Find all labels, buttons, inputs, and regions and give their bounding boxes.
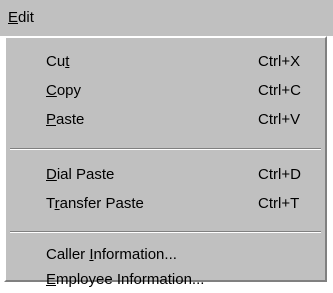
edit-menu-mnemonic: E [8, 9, 19, 26]
label-mnemonic: P [46, 111, 57, 128]
label-text: mployee Information... [56, 271, 205, 288]
label-mnemonic: t [65, 53, 70, 70]
label-mnemonic: E [46, 271, 57, 288]
label-text: opy [56, 82, 82, 99]
menu-item-paste[interactable]: Paste Ctrl+V [6, 107, 325, 133]
edit-menu-title-rest: dit [18, 9, 34, 26]
menu-item-shortcut: Ctrl+X [258, 53, 301, 70]
menu-item-transfer-paste[interactable]: Transfer Paste Ctrl+T [6, 191, 325, 217]
label-mnemonic: D [46, 166, 57, 183]
menu-item-label: Paste [46, 107, 84, 133]
label-text: Caller [46, 246, 90, 263]
label-text: Cu [46, 53, 66, 70]
menu-item-dial-paste[interactable]: Dial Paste Ctrl+D [6, 162, 325, 188]
edit-dropdown-menu: Cut Ctrl+X Copy Ctrl+C Paste Ctrl+V Dial… [4, 36, 327, 288]
menu-item-shortcut: Ctrl+V [258, 111, 301, 128]
menu-item-shortcut: Ctrl+D [258, 166, 301, 183]
menu-item-label: Caller Information... [46, 242, 177, 268]
menu-item-label: Dial Paste [46, 162, 114, 188]
menu-item-cut[interactable]: Cut Ctrl+X [6, 49, 325, 75]
label-text: T [46, 195, 55, 212]
menu-item-label: Transfer Paste [46, 191, 144, 217]
menu-bar: Edit [0, 0, 333, 36]
menu-item-shortcut: Ctrl+C [258, 82, 301, 99]
menu-item-label: Copy [46, 78, 81, 104]
edit-menu-title[interactable]: Edit [8, 9, 34, 27]
menu-item-label: Employee Information... [46, 267, 204, 293]
menu-separator [10, 148, 321, 150]
menu-item-employee-information[interactable]: Employee Information... [6, 267, 325, 293]
menu-item-copy[interactable]: Copy Ctrl+C [6, 78, 325, 104]
label-text: aste [56, 111, 85, 128]
menu-separator [10, 231, 321, 233]
menu-item-caller-information[interactable]: Caller Information... [6, 242, 325, 268]
menu-item-shortcut: Ctrl+T [258, 195, 300, 212]
label-text: ial Paste [56, 166, 115, 183]
label-text: ansfer Paste [59, 195, 144, 212]
label-text: nformation... [93, 246, 177, 263]
menu-item-label: Cut [46, 49, 69, 75]
label-mnemonic: C [46, 82, 57, 99]
